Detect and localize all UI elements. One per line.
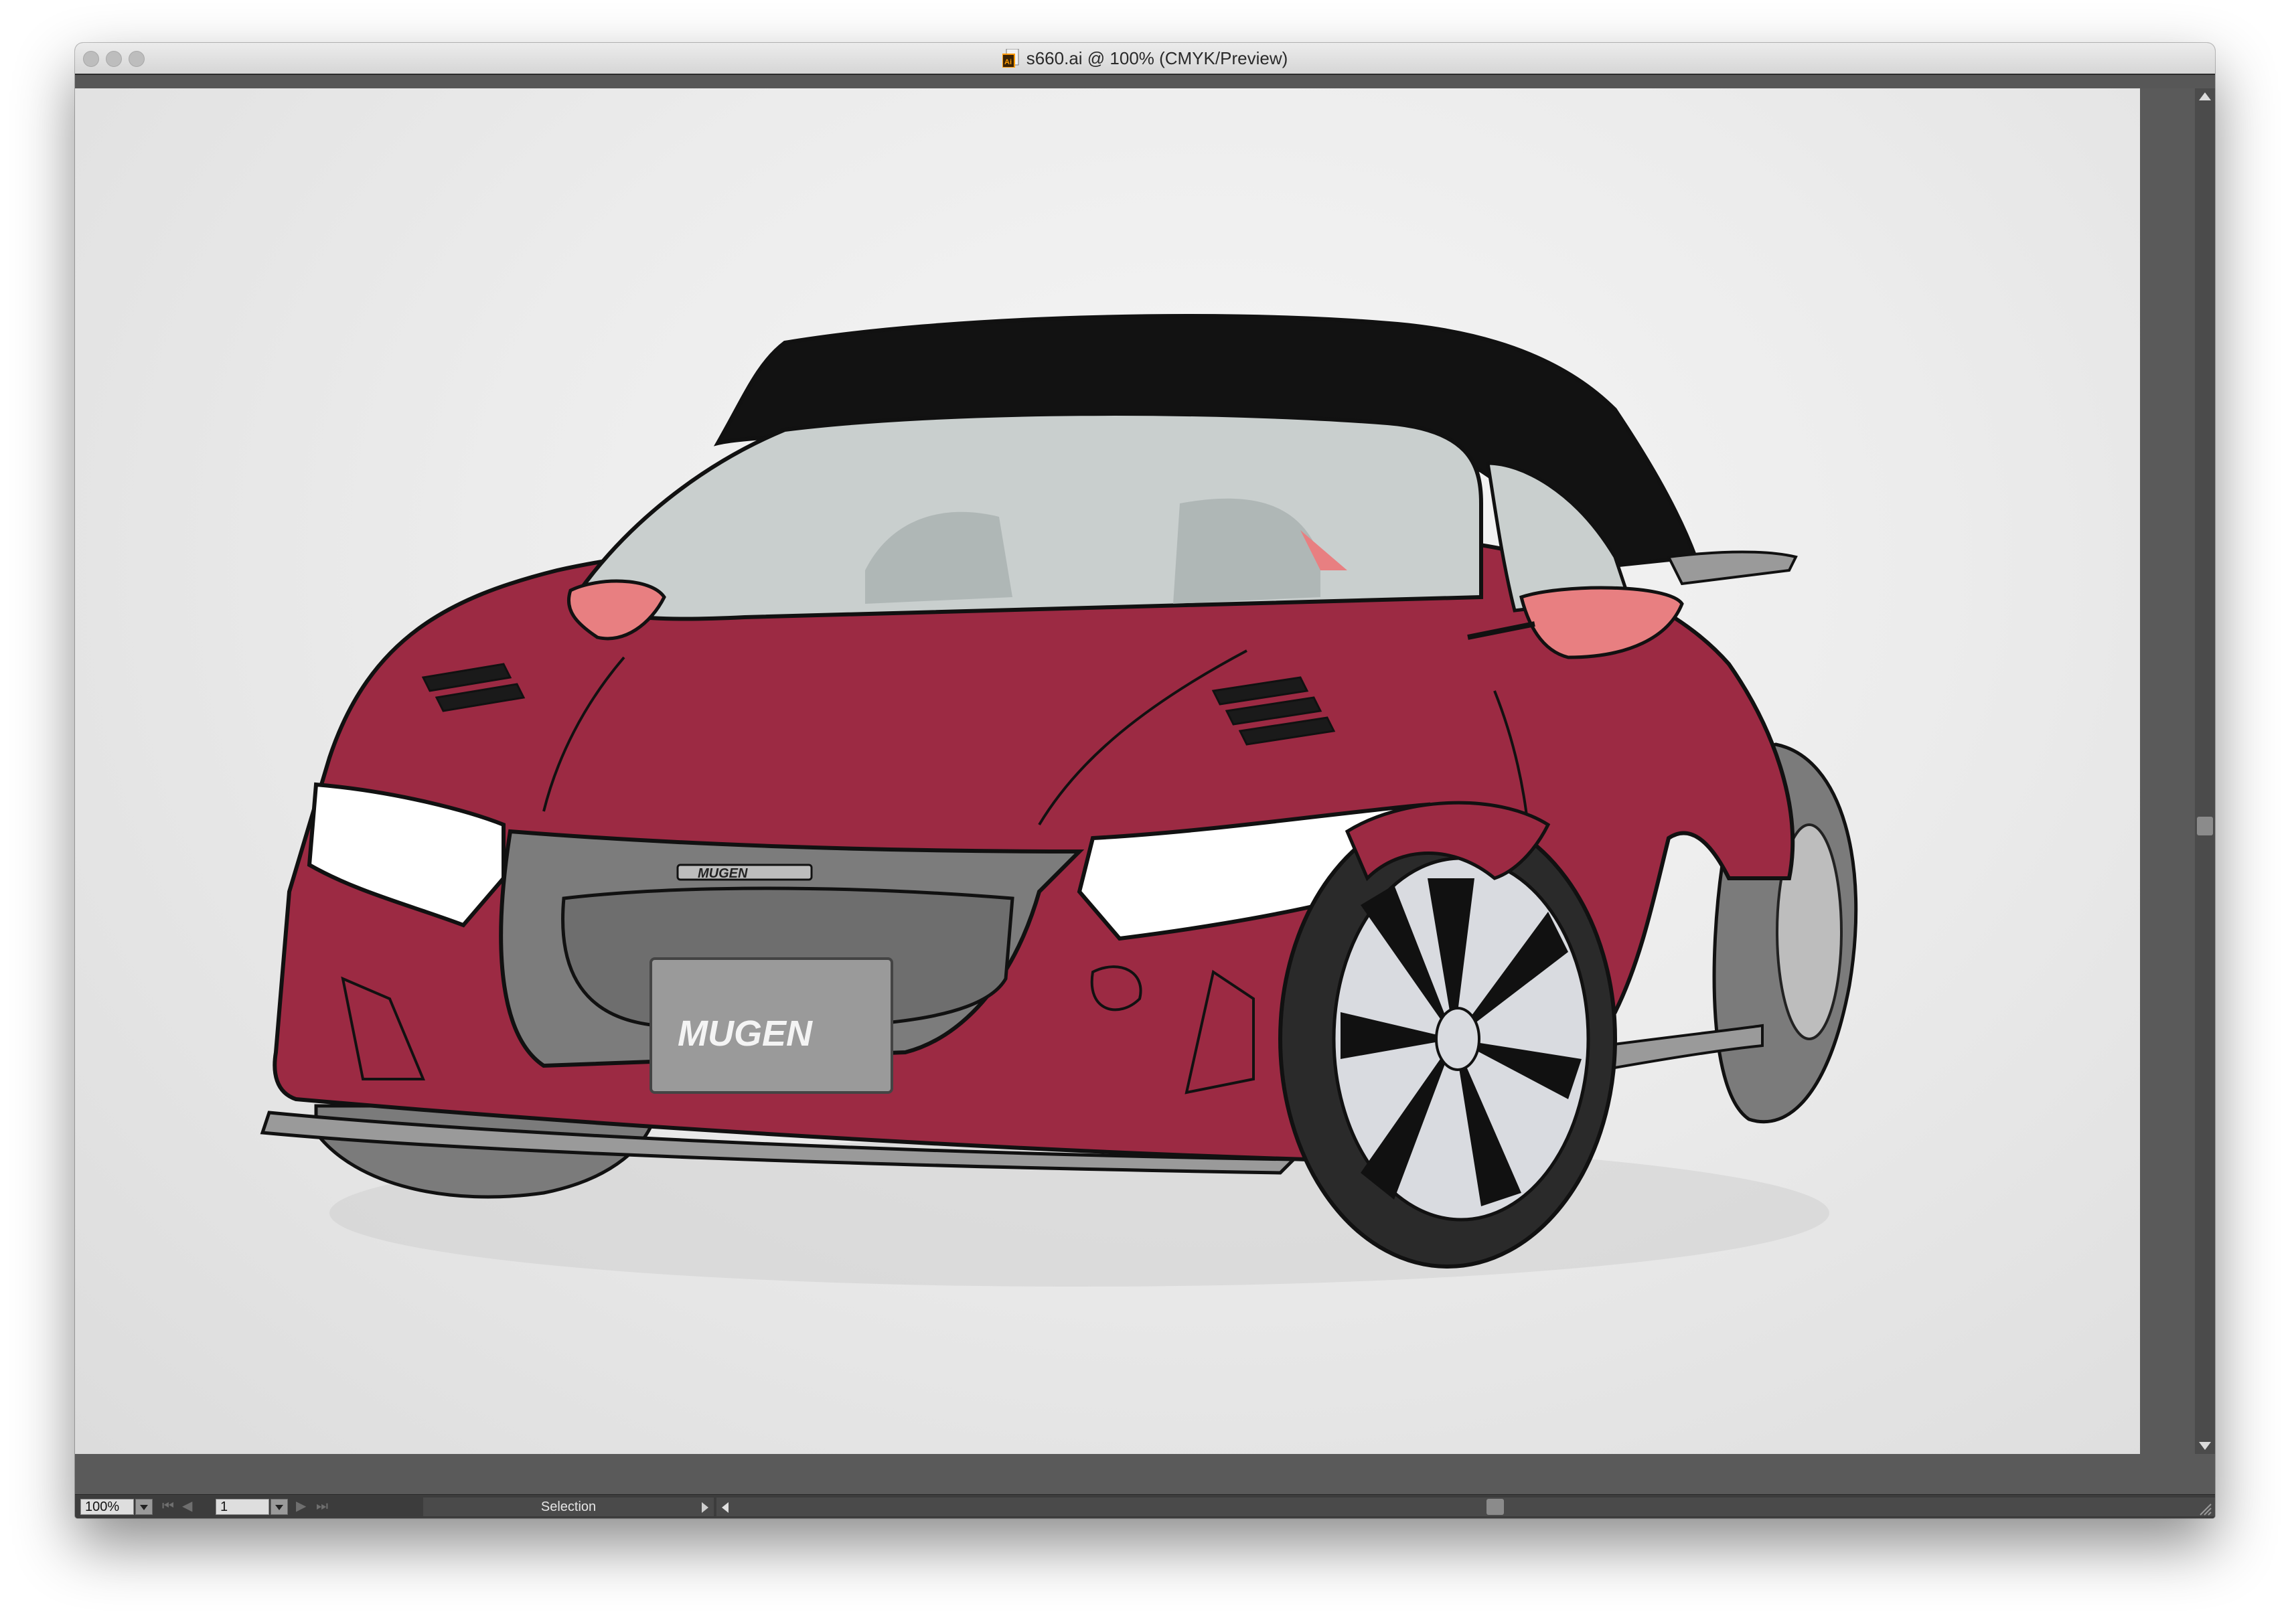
canvas-top-edge	[75, 75, 2215, 88]
illustrator-document-window: Ai s660.ai @ 100% (CMYK/Preview) MUGEN M…	[75, 43, 2215, 1518]
resize-grip-icon[interactable]	[2198, 1501, 2212, 1516]
horizontal-scroll-thumb[interactable]	[1486, 1499, 1504, 1515]
scroll-down-arrow-icon[interactable]	[2199, 1442, 2211, 1450]
current-tool-label: Selection	[540, 1499, 597, 1514]
car-illustration[interactable]: MUGEN MUGEN	[75, 88, 2140, 1454]
zoom-dropdown-button[interactable]	[135, 1499, 153, 1515]
illustrator-document-icon: Ai	[1001, 48, 1020, 68]
next-artboard-icon[interactable]: ▶	[296, 1497, 306, 1515]
title-bar[interactable]: Ai s660.ai @ 100% (CMYK/Preview)	[75, 43, 2215, 75]
wheel-hub	[1435, 1007, 1480, 1071]
vertical-scrollbar-area	[2140, 88, 2215, 1454]
first-artboard-icon[interactable]: ⏮	[162, 1497, 174, 1515]
previous-artboard-icon[interactable]: ◀	[182, 1497, 192, 1515]
artboard-dropdown-button[interactable]	[271, 1499, 288, 1515]
status-menu-arrow-icon[interactable]	[702, 1502, 708, 1513]
window-title: Ai s660.ai @ 100% (CMYK/Preview)	[75, 43, 2215, 74]
window-title-text: s660.ai @ 100% (CMYK/Preview)	[1026, 48, 1288, 68]
scroll-left-arrow-icon[interactable]	[722, 1502, 729, 1513]
artboard-canvas[interactable]: MUGEN MUGEN	[75, 88, 2140, 1454]
zoom-level-field[interactable]: 100%	[80, 1499, 134, 1515]
artboard-number-field[interactable]: 1	[216, 1499, 269, 1515]
vertical-scroll-thumb[interactable]	[2197, 817, 2213, 835]
svg-text:Ai: Ai	[1004, 58, 1012, 66]
status-bar: 100% ⏮ ◀ 1 ▶ ⏭ Selection	[75, 1494, 2215, 1518]
scroll-up-arrow-icon[interactable]	[2199, 92, 2211, 100]
front-badge-text: MUGEN	[698, 866, 748, 881]
windshield	[567, 412, 1483, 621]
last-artboard-icon[interactable]: ⏭	[316, 1497, 328, 1515]
vertical-scrollbar[interactable]	[2195, 88, 2215, 1454]
status-indicator[interactable]: Selection	[423, 1497, 714, 1516]
rear-spoiler	[1666, 550, 1798, 586]
license-plate-text: MUGEN	[678, 1013, 813, 1054]
horizontal-scrollbar[interactable]	[716, 1497, 2215, 1516]
